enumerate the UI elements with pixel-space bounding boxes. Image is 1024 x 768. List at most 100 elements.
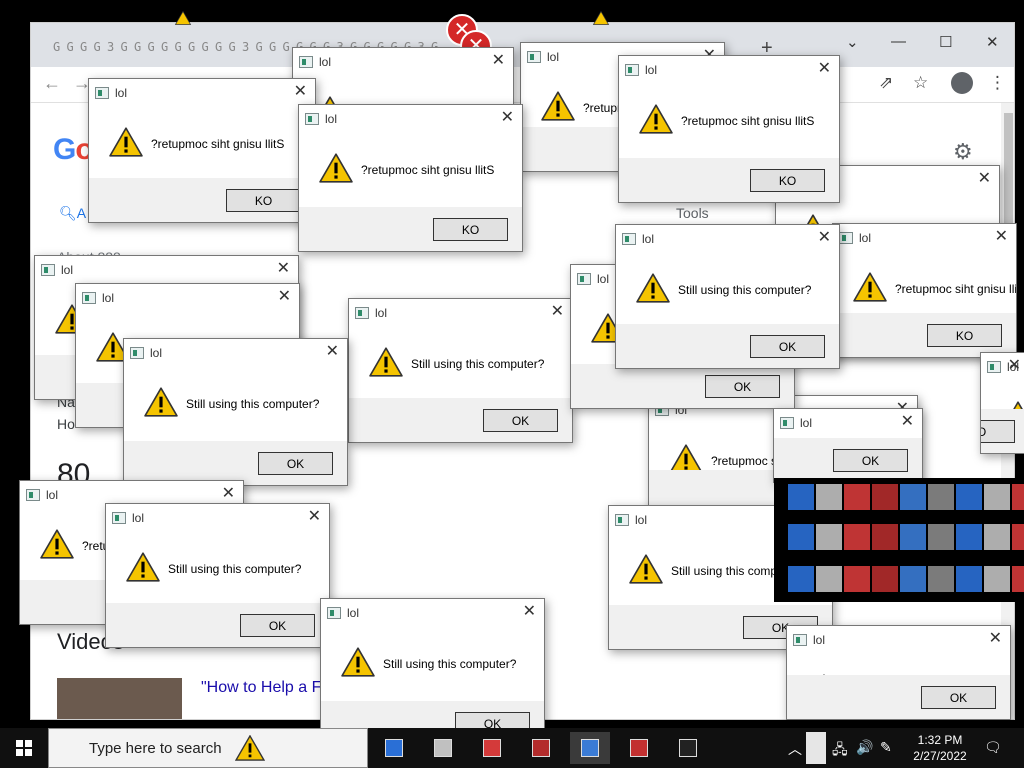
message-box[interactable]: lol ✕ ?retu KO <box>980 352 1024 454</box>
ok-button[interactable]: OK <box>750 335 825 358</box>
ok-button[interactable]: OK <box>921 686 996 709</box>
ok-button[interactable]: OK <box>833 449 908 472</box>
dialog-titlebar[interactable]: lol ✕ <box>124 339 347 369</box>
close-icon[interactable]: ✕ <box>1008 357 1021 375</box>
video-thumbnail[interactable] <box>57 678 182 719</box>
ok-button[interactable]: KO <box>981 420 1015 443</box>
ok-button[interactable]: KO <box>750 169 825 192</box>
dialog-titlebar[interactable]: lol ✕ <box>616 225 839 255</box>
close-icon[interactable]: ✕ <box>277 260 290 278</box>
ok-button[interactable]: OK <box>240 614 315 637</box>
close-icon[interactable]: ✕ <box>995 228 1008 246</box>
tab-favicon[interactable]: G <box>134 40 146 54</box>
ok-button[interactable]: OK <box>483 409 558 432</box>
minimize-button[interactable]: — <box>891 33 906 50</box>
tab-favicon[interactable]: G <box>67 40 79 54</box>
dialog-titlebar[interactable]: lol ✕ <box>774 409 922 439</box>
close-icon[interactable]: ✕ <box>278 288 291 306</box>
dialog-titlebar[interactable]: lol ✕ <box>619 56 839 86</box>
close-icon[interactable]: ✕ <box>818 60 831 78</box>
back-button[interactable]: ← <box>43 73 61 94</box>
profile-avatar[interactable] <box>951 72 973 94</box>
dialog-titlebar[interactable]: lol ✕ <box>349 299 572 329</box>
message-box[interactable]: lol ✕ Still using this computer? OK <box>615 224 840 369</box>
tab-favicon[interactable]: G <box>94 40 106 54</box>
settings-gear-icon[interactable]: ⚙ <box>953 139 973 165</box>
google-logo[interactable]: Go <box>53 133 94 167</box>
notification-center-icon[interactable]: 🗨 <box>984 739 1002 756</box>
message-box[interactable]: lol ✕ ?retupmoc siht gnisu llitS KO <box>298 104 523 252</box>
close-icon[interactable]: ✕ <box>901 413 914 431</box>
message-box[interactable]: lol ✕ Still using this computer? OK <box>123 338 348 486</box>
dialog-titlebar[interactable]: lol ✕ <box>299 105 522 135</box>
dialog-titlebar[interactable]: lol ✕ <box>981 353 1024 383</box>
close-icon[interactable]: ✕ <box>308 508 321 526</box>
close-icon[interactable]: ✕ <box>978 170 991 188</box>
dialog-titlebar[interactable]: lol ✕ <box>293 48 513 78</box>
message-box[interactable]: lol ✕ Still using this computer? OK <box>348 298 573 443</box>
taskbar-app-icon[interactable] <box>472 732 512 764</box>
tab-favicon[interactable]: G <box>215 40 227 54</box>
collapse-tabs-icon[interactable]: ⌄ <box>846 33 859 51</box>
bookmark-star-icon[interactable]: ☆ <box>913 73 928 93</box>
tray-chevron-icon[interactable]: ︿ <box>788 739 802 759</box>
pen-icon[interactable]: ✎ <box>880 739 892 756</box>
dialog-titlebar[interactable]: lol ✕ <box>89 79 315 109</box>
dialog-titlebar[interactable]: lol ✕ <box>35 256 298 286</box>
tab-favicon[interactable]: G <box>256 40 268 54</box>
close-icon[interactable]: ✕ <box>326 343 339 361</box>
close-icon[interactable]: ✕ <box>501 109 514 127</box>
tab-favicon[interactable]: 3 <box>107 40 119 54</box>
ok-button[interactable]: OK <box>258 452 333 475</box>
close-window-button[interactable]: ✕ <box>986 33 999 51</box>
dialog-titlebar[interactable]: lol ✕ <box>76 284 299 314</box>
share-icon[interactable]: ⇗ <box>879 73 893 93</box>
close-icon[interactable]: ✕ <box>492 52 505 70</box>
message-box[interactable]: lol ✕ Still using this computer? OK <box>105 503 330 648</box>
tab-favicon[interactable]: 3 <box>242 40 254 54</box>
taskbar-app-icon[interactable] <box>570 732 610 764</box>
tab-favicon[interactable]: G <box>175 40 187 54</box>
ok-button[interactable]: KO <box>226 189 301 212</box>
tab-favicon[interactable]: G <box>161 40 173 54</box>
network-icon[interactable]: 🖧 <box>832 739 848 763</box>
dialog-titlebar[interactable]: lol ✕ <box>787 626 1010 656</box>
clock-date[interactable]: 2/27/2022 <box>905 749 975 763</box>
ok-button[interactable]: KO <box>433 218 508 241</box>
taskbar-search-box[interactable]: Type here to search <box>48 728 368 768</box>
show-desktop-area[interactable] <box>806 732 826 764</box>
tab-favicon[interactable]: G <box>121 40 133 54</box>
dialog-titlebar[interactable]: lol ✕ <box>106 504 329 534</box>
message-box[interactable]: lol ✕ ?retupmoc siht gnisu llitS KO <box>618 55 840 203</box>
tab-favicon[interactable]: G <box>148 40 160 54</box>
taskbar-app-icon[interactable] <box>619 732 659 764</box>
tab-favicon[interactable]: G <box>53 40 65 54</box>
close-icon[interactable]: ✕ <box>523 603 536 621</box>
taskbar-app-icon[interactable] <box>423 732 463 764</box>
close-icon[interactable]: ✕ <box>551 303 564 321</box>
close-icon[interactable]: ✕ <box>818 229 831 247</box>
ok-button[interactable]: KO <box>927 324 1002 347</box>
tab-favicon[interactable]: G <box>229 40 241 54</box>
close-icon[interactable]: ✕ <box>222 485 235 503</box>
tools-button[interactable]: Tools <box>676 205 709 221</box>
clock-time[interactable]: 1:32 PM <box>905 733 975 747</box>
taskbar-app-icon[interactable] <box>374 732 414 764</box>
close-icon[interactable]: ✕ <box>989 630 1002 648</box>
close-icon[interactable]: ✕ <box>294 83 307 101</box>
tab-favicon[interactable]: G <box>269 40 281 54</box>
message-box[interactable]: lol ✕ ?retupmoc siht gnisu llitS KO <box>832 223 1017 358</box>
message-box[interactable]: lol ✕ Still using this computer? OK <box>773 408 923 483</box>
video-title-link[interactable]: "How to Help a Fr <box>201 679 327 697</box>
ok-button[interactable]: OK <box>705 375 780 398</box>
maximize-button[interactable]: ☐ <box>939 33 952 51</box>
dialog-titlebar[interactable]: lol ✕ <box>833 224 1016 254</box>
volume-icon[interactable]: 🔊 <box>856 739 873 756</box>
message-box[interactable]: lol ✕ ?retupmoc siht gnisu llitS KO <box>88 78 316 223</box>
start-button[interactable] <box>0 728 46 768</box>
tab-favicon[interactable]: G <box>80 40 92 54</box>
browser-menu-icon[interactable]: ⋮ <box>989 73 1006 93</box>
terminal-icon[interactable] <box>668 732 708 764</box>
taskbar-app-icon[interactable] <box>521 732 561 764</box>
message-box[interactable]: lol ✕ Still using this computer? OK <box>786 625 1011 720</box>
